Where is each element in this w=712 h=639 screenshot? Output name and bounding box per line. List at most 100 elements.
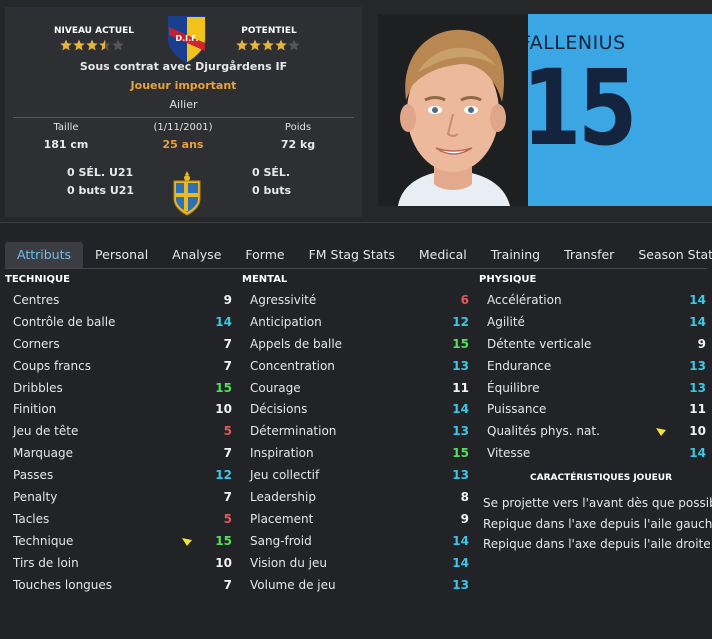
attribute-row[interactable]: Accélération 14: [479, 289, 707, 311]
attribute-row[interactable]: Concentration 13: [242, 355, 474, 377]
attribute-row[interactable]: Détermination 13: [242, 420, 474, 442]
attribute-value: 6: [460, 293, 469, 307]
header-divider: [13, 117, 354, 118]
club-crest-text: D.I.F.: [175, 34, 198, 43]
club-crest-icon: D.I.F.: [168, 16, 206, 64]
attribute-name: Appels de balle: [250, 336, 343, 351]
weight-label: Poids: [284, 122, 312, 133]
attribute-value: 9: [223, 293, 232, 307]
trend-arrow-icon: [655, 426, 667, 437]
role-text: Joueur important: [130, 79, 237, 92]
height-value: 181 cm: [43, 138, 89, 151]
player-info-panel: NIVEAU ACTUEL D.I.F. POTENTIEL Sous cont…: [5, 7, 362, 217]
attribute-row[interactable]: Endurance 13: [479, 355, 707, 377]
attribute-row[interactable]: Penalty 7: [5, 486, 235, 508]
attribute-row[interactable]: Détente verticale 9: [479, 333, 707, 355]
attribute-row[interactable]: Passes 12: [5, 464, 235, 486]
tab-analyse[interactable]: Analyse: [160, 242, 233, 269]
attribute-value: 10: [215, 402, 232, 417]
attribute-value: 15: [452, 446, 469, 461]
attribute-value: 9: [460, 511, 469, 526]
tab-attributs[interactable]: Attributs: [5, 242, 84, 269]
attribute-value: 13: [689, 380, 706, 395]
attribute-value: 7: [223, 336, 232, 351]
physique-column: PHYSIQUE Accélération 14 Agilité 14 Détente …: [479, 274, 707, 464]
trait-item: Repique dans l'axe depuis l'aile droite: [483, 537, 711, 551]
attribute-row[interactable]: Contrôle de balle 14: [5, 311, 235, 333]
attribute-row[interactable]: Décisions 14: [242, 398, 474, 420]
star-icon: [86, 39, 98, 51]
potential-stars: [236, 39, 300, 51]
attribute-row[interactable]: Finition 10: [5, 398, 235, 420]
attribute-row[interactable]: Courage 11: [242, 377, 474, 399]
attribute-row[interactable]: Touches longues 7: [5, 574, 235, 596]
attribute-row[interactable]: Leadership 8: [242, 486, 474, 508]
attribute-row[interactable]: Corners 7: [5, 333, 235, 355]
attribute-name: Agilité: [487, 314, 525, 329]
attribute-row[interactable]: Équilibre 13: [479, 377, 707, 399]
attribute-value: 11: [452, 380, 469, 395]
tab-bar: Attributs Personal Analyse Forme FM Stag Sta…: [5, 242, 712, 269]
attribute-name: Centres: [13, 293, 60, 307]
attribute-row[interactable]: Appels de balle 15: [242, 333, 474, 355]
attribute-row[interactable]: Dribbles 15: [5, 377, 235, 399]
sweden-crest-icon: [173, 171, 201, 216]
tab-fm-stag-stats[interactable]: FM Stag Stats: [297, 242, 407, 269]
attribute-name: Puissance: [487, 402, 547, 417]
attribute-name: Placement: [250, 511, 314, 526]
attribute-row[interactable]: Jeu collectif 13: [242, 464, 474, 486]
attribute-name: Détente verticale: [487, 336, 592, 351]
attribute-row[interactable]: Qualités phys. nat. 10: [479, 420, 707, 442]
tab-transfer[interactable]: Transfer: [552, 242, 626, 269]
attribute-value: 10: [215, 555, 232, 570]
attribute-name: Contrôle de balle: [13, 314, 116, 329]
attribute-value: 15: [215, 533, 232, 548]
tab-season-stats[interactable]: Season Stats: [626, 242, 712, 269]
star-icon: [288, 39, 300, 51]
attribute-name: Qualités phys. nat.: [487, 424, 600, 439]
attribute-row[interactable]: Marquage 7: [5, 442, 235, 464]
attribute-row[interactable]: Volume de jeu 13: [242, 574, 474, 596]
current-level-label: NIVEAU ACTUEL: [53, 26, 135, 36]
attribute-name: Finition: [13, 402, 57, 417]
attribute-name: Touches longues: [13, 577, 113, 592]
attribute-row[interactable]: Coups francs 7: [5, 355, 235, 377]
attribute-row[interactable]: Technique 15: [5, 530, 235, 552]
tab-personal[interactable]: Personal: [83, 242, 160, 269]
attribute-row[interactable]: Inspiration 15: [242, 442, 474, 464]
attribute-row[interactable]: Jeu de tête 5: [5, 420, 235, 442]
tab-training[interactable]: Training: [479, 242, 552, 269]
attribute-value: 14: [689, 314, 706, 329]
shirt-number: 15: [522, 47, 637, 169]
attribute-row[interactable]: Vitesse 14: [479, 442, 707, 464]
attribute-row[interactable]: Centres 9: [5, 289, 235, 311]
star-icon: [275, 39, 287, 51]
attribute-row[interactable]: Tirs de loin 10: [5, 552, 235, 574]
attribute-row[interactable]: Tacles 5: [5, 508, 235, 530]
attribute-name: Passes: [13, 468, 54, 483]
trait-item: Repique dans l'axe depuis l'aile gauche: [483, 517, 712, 531]
attribute-value: 14: [215, 314, 232, 329]
star-icon: [73, 39, 85, 51]
tab-medical[interactable]: Medical: [407, 242, 479, 269]
caps: 0 SÉL.: [252, 166, 291, 179]
tab-forme[interactable]: Forme: [233, 242, 296, 269]
attribute-row[interactable]: Agressivité 6: [242, 289, 474, 311]
attribute-row[interactable]: Agilité 14: [479, 311, 707, 333]
attribute-value: 13: [452, 424, 469, 439]
attribute-row[interactable]: Vision du jeu 14: [242, 552, 474, 574]
attribute-name: Sang-froid: [250, 533, 312, 548]
traits-title: CARACTÉRISTIQUES JOUEUR: [530, 473, 673, 483]
attribute-value: 14: [452, 402, 469, 417]
attribute-name: Équilibre: [487, 380, 540, 395]
potential-label: POTENTIEL: [241, 26, 297, 36]
attribute-row[interactable]: Anticipation 12: [242, 311, 474, 333]
attribute-row[interactable]: Puissance 11: [479, 398, 707, 420]
attribute-row[interactable]: Sang-froid 14: [242, 530, 474, 552]
attribute-name: Accélération: [487, 293, 562, 307]
attribute-name: Coups francs: [13, 358, 91, 373]
attribute-value: 7: [223, 490, 232, 505]
attribute-row[interactable]: Placement 9: [242, 508, 474, 530]
attribute-value: 5: [223, 511, 232, 526]
tab-underline: [5, 268, 707, 269]
